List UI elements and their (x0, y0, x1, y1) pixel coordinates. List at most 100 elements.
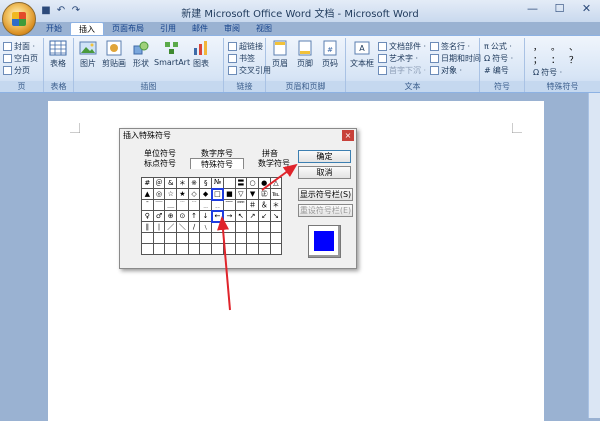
tab-insert[interactable]: 插入 (70, 22, 104, 36)
symbol-button[interactable]: Ω 符号 · (484, 52, 513, 64)
symbol-cell[interactable]: △ (269, 177, 283, 189)
special-question[interactable]: ？ (569, 53, 578, 66)
symbol-cell[interactable]: 〓 (234, 177, 248, 189)
symbol-cell[interactable]: ℡ (269, 188, 283, 200)
show-symbol-toolbar-button[interactable]: 显示符号栏(S) (298, 188, 353, 201)
special-comma[interactable]: ， (533, 40, 542, 53)
symbol-cell[interactable]: # (141, 177, 154, 189)
wordart-button[interactable]: 艺术字 · (378, 52, 426, 64)
special-symbol-dropdown[interactable]: Ω 符号 · (533, 66, 562, 78)
symbol-cell[interactable] (211, 232, 224, 244)
tab-mailings[interactable]: 邮件 (184, 22, 216, 36)
symbol-cell[interactable] (199, 243, 213, 255)
header-button[interactable]: 页眉 (271, 40, 289, 69)
symbol-cell[interactable]: → (222, 210, 236, 222)
symbol-cell[interactable] (246, 221, 259, 233)
symbol-cell[interactable]: ↘ (269, 210, 283, 222)
hyperlink-button[interactable]: 超链接 (228, 40, 271, 52)
symbol-cell[interactable]: ↗ (246, 210, 259, 222)
vertical-scrollbar[interactable] (588, 93, 600, 418)
symbol-cell[interactable]: § (199, 177, 213, 189)
symbol-cell[interactable] (152, 232, 166, 244)
cancel-button[interactable]: 取消 (298, 166, 351, 179)
signature-line-button[interactable]: 签名行 · (430, 40, 481, 52)
symbol-cell[interactable] (246, 232, 259, 244)
close-button[interactable]: ✕ (573, 0, 600, 18)
cover-page-button[interactable]: 封面 · (3, 40, 38, 52)
symbol-cell[interactable] (246, 243, 259, 255)
ok-button[interactable]: 确定 (298, 150, 351, 163)
tab-page-layout[interactable]: 页面布局 (104, 22, 152, 36)
symbol-cell[interactable] (257, 221, 271, 233)
symbol-cell[interactable]: ＿ (164, 199, 178, 211)
symbol-cell[interactable]: ＊ (269, 199, 283, 211)
symbol-cell[interactable] (152, 243, 166, 255)
tab-special-symbols[interactable]: 特殊符号 (190, 158, 244, 169)
special-period[interactable]: 。 (551, 40, 560, 53)
special-semicolon[interactable]: ； (533, 53, 542, 66)
symbol-cell[interactable]: ♀ (141, 210, 154, 222)
symbol-cell[interactable]: ﹌ (234, 199, 248, 211)
smartart-button[interactable]: SmartArt (154, 40, 190, 67)
cross-reference-button[interactable]: 交叉引用 (228, 64, 271, 76)
clipart-button[interactable]: 剪贴画 (102, 40, 126, 69)
table-button[interactable]: 表格 (49, 40, 67, 69)
drop-cap-button[interactable]: 首字下沉 · (378, 64, 426, 76)
maximize-button[interactable]: ☐ (546, 0, 573, 18)
special-colon[interactable]: ： (551, 53, 560, 66)
symbol-cell[interactable]: ㊣ (257, 188, 271, 200)
symbol-cell[interactable]: № (211, 177, 224, 189)
date-time-button[interactable]: 日期和时间 (430, 52, 481, 64)
symbol-cell[interactable] (269, 243, 283, 255)
symbol-cell[interactable]: ↑ (187, 210, 201, 222)
symbol-cell[interactable]: ↓ (199, 210, 213, 222)
symbol-cell[interactable]: ← (210, 209, 225, 223)
shapes-button[interactable]: 形状 (132, 40, 150, 69)
symbol-cell[interactable] (269, 221, 283, 233)
symbol-cell[interactable] (269, 232, 283, 244)
object-button[interactable]: 对象 · (430, 64, 481, 76)
textbox-button[interactable]: A 文本框 (350, 40, 374, 69)
symbol-cell[interactable]: ☆ (164, 188, 178, 200)
special-enum-comma[interactable]: 、 (569, 40, 578, 53)
symbol-cell[interactable] (176, 243, 189, 255)
symbol-cell[interactable]: ／ (164, 221, 178, 233)
symbol-cell[interactable]: ◎ (152, 188, 166, 200)
tab-references[interactable]: 引用 (152, 22, 184, 36)
tab-math-symbols[interactable]: 数学符号 (248, 158, 300, 169)
symbol-cell[interactable] (211, 243, 224, 255)
symbol-cell[interactable] (257, 243, 271, 255)
symbol-cell[interactable] (187, 232, 201, 244)
equation-button[interactable]: π 公式 · (484, 40, 513, 52)
symbol-cell[interactable]: ○ (246, 177, 259, 189)
symbol-cell[interactable] (234, 232, 248, 244)
symbol-cell[interactable]: ★ (176, 188, 189, 200)
symbol-cell[interactable]: ＃ (246, 199, 259, 211)
minimize-button[interactable]: — (519, 0, 546, 18)
symbol-cell[interactable] (176, 232, 189, 244)
tab-review[interactable]: 审阅 (216, 22, 248, 36)
symbol-cell[interactable] (222, 221, 236, 233)
footer-button[interactable]: 页脚 (296, 40, 314, 69)
reset-symbol-toolbar-button[interactable]: 重设符号栏(E) (298, 204, 353, 217)
dialog-close-button[interactable]: × (342, 130, 354, 141)
symbol-cell[interactable] (141, 232, 154, 244)
symbol-cell[interactable]: ﹊ (187, 199, 201, 211)
symbol-cell[interactable]: ● (257, 177, 271, 189)
symbol-cell[interactable] (187, 243, 201, 255)
numbering-button[interactable]: # 编号 (484, 64, 513, 76)
blank-page-button[interactable]: 空白页 (3, 52, 38, 64)
symbol-cell[interactable]: ＠ (152, 177, 166, 189)
symbol-cell[interactable] (222, 243, 236, 255)
symbol-cell[interactable]: ⊕ (164, 210, 178, 222)
symbol-cell[interactable]: ◆ (199, 188, 213, 200)
symbol-cell[interactable] (257, 232, 271, 244)
page-number-button[interactable]: # 页码 (321, 40, 339, 69)
tab-home[interactable]: 开始 (38, 22, 70, 36)
symbol-cell[interactable]: ﹎ (211, 199, 224, 211)
symbol-cell[interactable] (211, 221, 224, 233)
symbol-cell[interactable]: ♂ (152, 210, 166, 222)
symbol-cell[interactable] (164, 243, 178, 255)
symbol-cell[interactable]: ↙ (257, 210, 271, 222)
symbol-cell[interactable] (141, 243, 154, 255)
